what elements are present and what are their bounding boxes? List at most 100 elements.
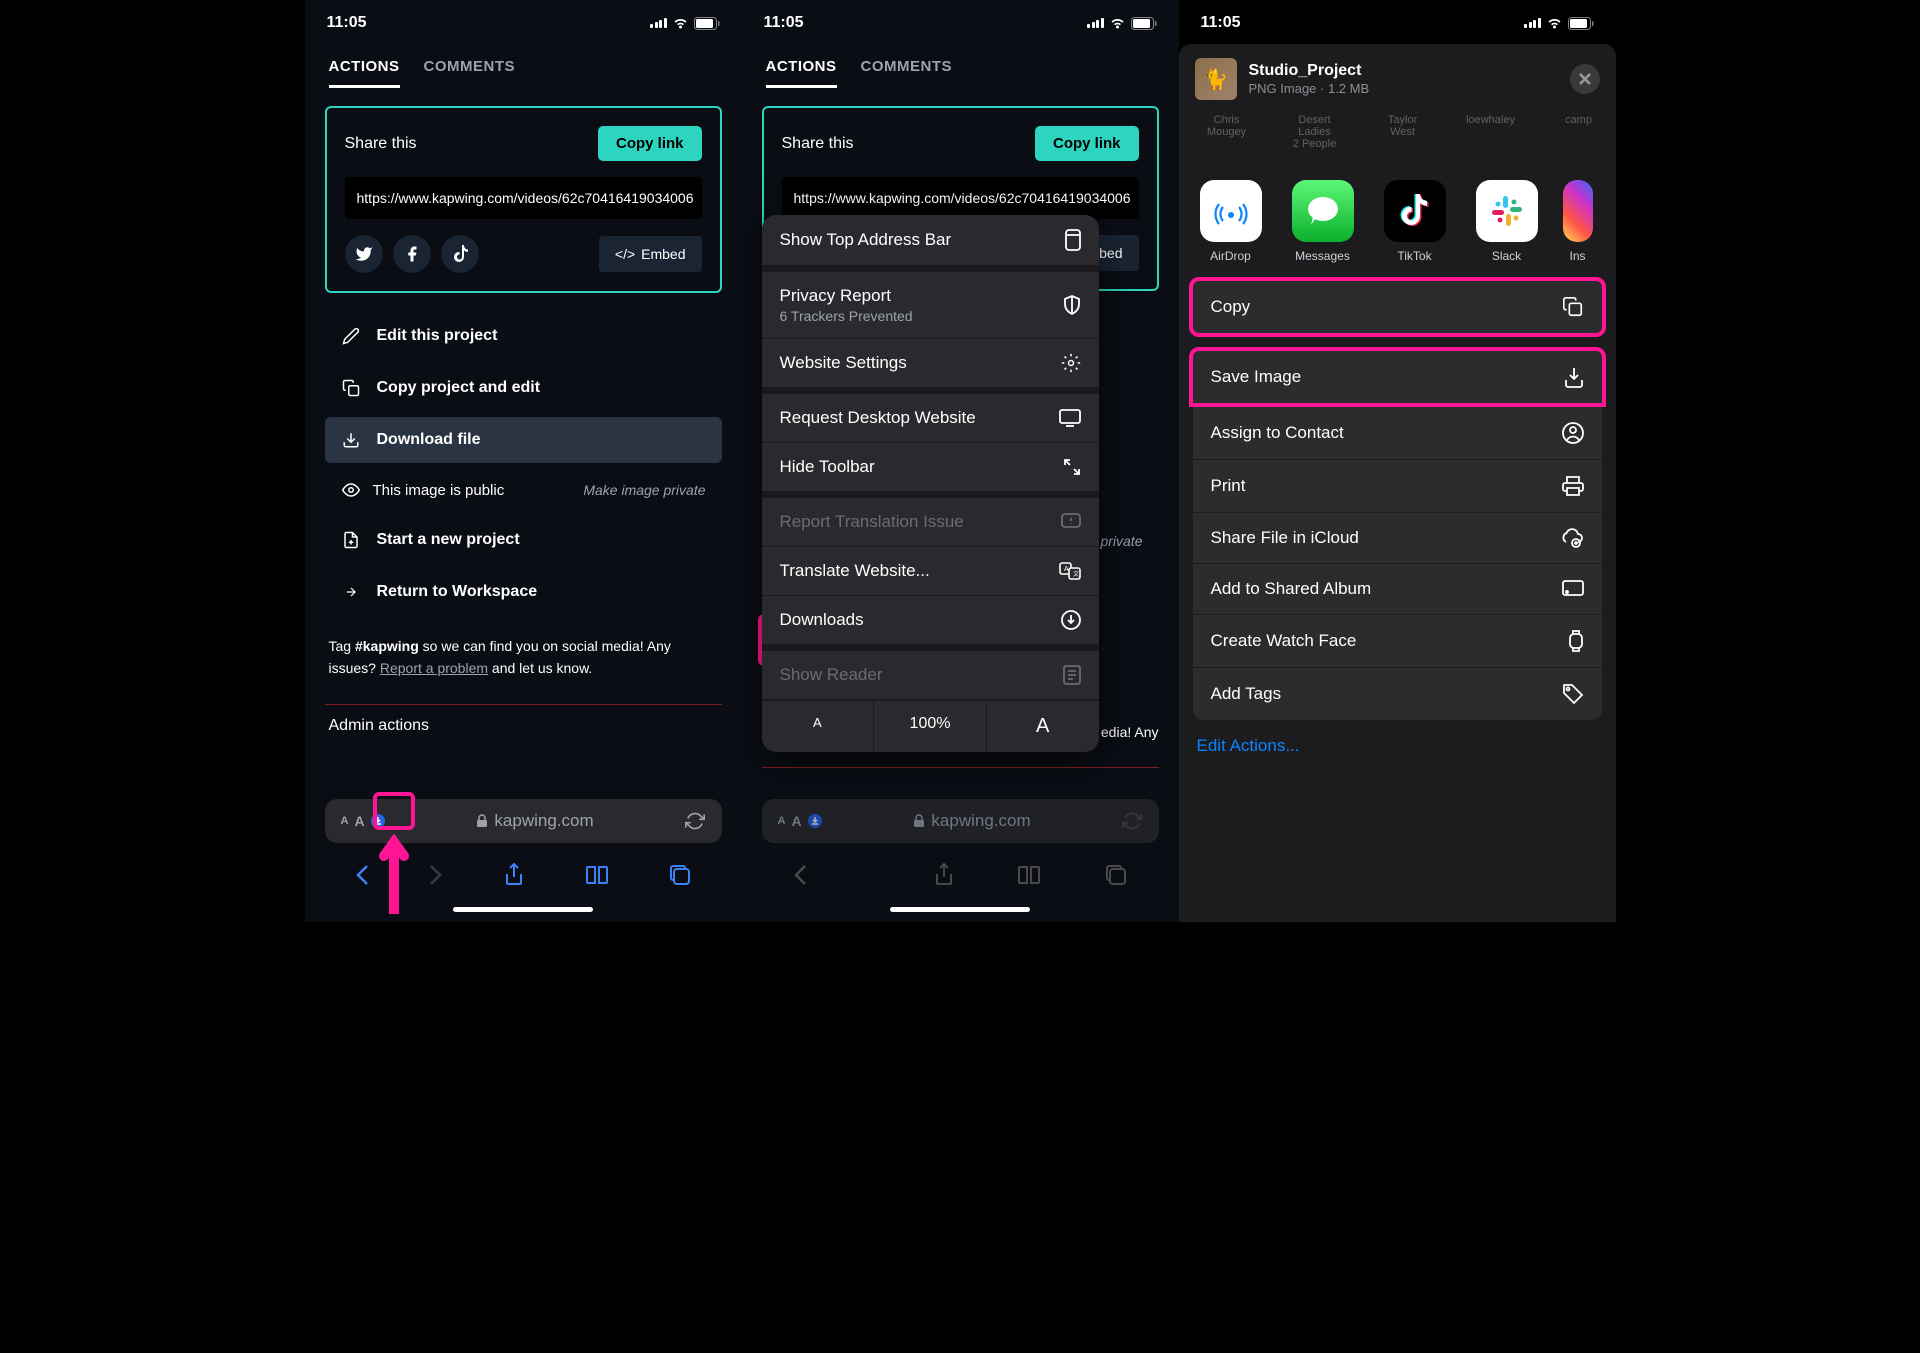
save-icon [1564,366,1584,388]
share-url[interactable]: https://www.kapwing.com/videos/62c704164… [345,177,702,219]
address-bar[interactable]: AA kapwing.com [325,799,722,843]
zoom-controls: A 100% A [762,700,1099,752]
watch-icon [1568,630,1584,652]
printer-icon [1562,475,1584,497]
zoom-level[interactable]: 100% [874,701,987,752]
menu-downloads[interactable]: Downloads [762,596,1099,645]
menu-show-top-address[interactable]: Show Top Address Bar [762,215,1099,266]
apps-row: AirDrop Messages TikTok Slack Ins [1179,162,1616,277]
address-bar[interactable]: AA kapwing.com [762,799,1159,843]
reload-icon [1122,811,1142,831]
status-time: 11:05 [764,14,804,32]
make-private-link[interactable]: Make image private [583,482,705,498]
forward-button [867,871,875,879]
report-problem-link[interactable]: Report a problem [380,660,488,676]
copy-link-button[interactable]: Copy link [598,126,702,161]
app-messages[interactable]: Messages [1287,180,1359,263]
wifi-icon [1109,17,1126,30]
download-indicator-icon [371,814,385,828]
copy-icon [341,379,361,397]
contact-icon [1562,422,1584,444]
action-print[interactable]: Print [1193,460,1602,513]
reload-icon[interactable] [685,811,705,831]
tag-icon [1562,683,1584,705]
edit-project-action[interactable]: Edit this project [325,313,722,359]
people-row[interactable]: ChrisMougey Desert Ladies2 People Taylor… [1179,114,1616,162]
contact-0[interactable]: ChrisMougey [1195,114,1259,150]
forward-button[interactable] [425,860,447,890]
copy-icon [1562,296,1584,318]
tabs-button[interactable] [665,860,695,890]
tab-bar: ACTIONS COMMENTS [305,40,742,88]
action-save-image[interactable]: Save Image [1189,347,1606,407]
tab-actions[interactable]: ACTIONS [329,58,400,88]
tab-comments[interactable]: COMMENTS [424,58,516,88]
shield-icon [1063,295,1081,315]
wifi-icon [672,17,689,30]
desktop-icon [1059,409,1081,427]
album-icon [1562,580,1584,598]
tiktok-icon[interactable] [441,235,479,273]
battery-icon [694,17,720,30]
menu-privacy-report[interactable]: Privacy Report6 Trackers Prevented [762,266,1099,339]
tag-caption: Tag #kapwing so we can find you on socia… [325,615,722,690]
app-instagram[interactable]: Ins [1563,180,1593,263]
action-share-icloud[interactable]: Share File in iCloud [1193,513,1602,564]
bookmarks-button [1013,861,1045,889]
divider [325,704,722,705]
contact-1[interactable]: Desert Ladies2 People [1283,114,1347,150]
browser-nav [742,843,1179,899]
share-title: Share this [345,135,417,153]
download-indicator-icon [808,814,822,828]
home-indicator [453,907,593,912]
back-button[interactable] [351,860,373,890]
cellular-icon [1524,18,1541,28]
action-add-tags[interactable]: Add Tags [1193,668,1602,720]
tab-actions[interactable]: ACTIONS [766,58,837,88]
action-assign-contact[interactable]: Assign to Contact [1193,407,1602,460]
return-workspace-action[interactable]: Return to Workspace [325,569,722,615]
menu-hide-toolbar[interactable]: Hide Toolbar [762,443,1099,492]
new-project-action[interactable]: Start a new project [325,517,722,563]
zoom-in[interactable]: A [987,701,1099,752]
status-time: 11:05 [327,14,367,32]
share-button [930,859,958,891]
share-url[interactable]: https://www.kapwing.com/videos/62c704164… [782,177,1139,219]
wifi-icon [1546,17,1563,30]
copy-link-button[interactable]: Copy link [1035,126,1139,161]
action-copy[interactable]: Copy [1189,277,1606,337]
share-button[interactable] [500,859,528,891]
action-shared-album[interactable]: Add to Shared Album [1193,564,1602,615]
menu-report-translation: Report Translation Issue [762,492,1099,547]
menu-website-settings[interactable]: Website Settings [762,339,1099,388]
battery-icon [1131,17,1157,30]
close-button[interactable] [1570,64,1600,94]
text-size-button[interactable]: AA [778,813,822,829]
action-watch-face[interactable]: Create Watch Face [1193,615,1602,668]
app-slack[interactable]: Slack [1471,180,1543,263]
contact-4[interactable]: camp [1547,114,1611,150]
contact-2[interactable]: TaylorWest [1371,114,1435,150]
edit-actions-button[interactable]: Edit Actions... [1179,736,1616,764]
share-title: Share this [782,135,854,153]
menu-request-desktop[interactable]: Request Desktop Website [762,388,1099,443]
zoom-out[interactable]: A [762,701,875,752]
phone-top-icon [1065,229,1081,251]
home-indicator [890,907,1030,912]
download-icon [341,431,361,449]
app-airdrop[interactable]: AirDrop [1195,180,1267,263]
contact-3[interactable]: loewhaley [1459,114,1523,150]
bookmarks-button[interactable] [581,861,613,889]
menu-translate[interactable]: Translate Website... A文 [762,547,1099,596]
reader-icon [1063,665,1081,685]
text-size-button[interactable]: AA [341,813,385,829]
copy-project-action[interactable]: Copy project and edit [325,365,722,411]
tab-comments[interactable]: COMMENTS [861,58,953,88]
divider [762,767,1159,768]
app-tiktok[interactable]: TikTok [1379,180,1451,263]
facebook-icon[interactable] [393,235,431,273]
embed-button[interactable]: </>Embed [599,236,702,272]
tab-bar: ACTIONS COMMENTS [742,40,1179,88]
download-file-action[interactable]: Download file [325,417,722,463]
twitter-icon[interactable] [345,235,383,273]
